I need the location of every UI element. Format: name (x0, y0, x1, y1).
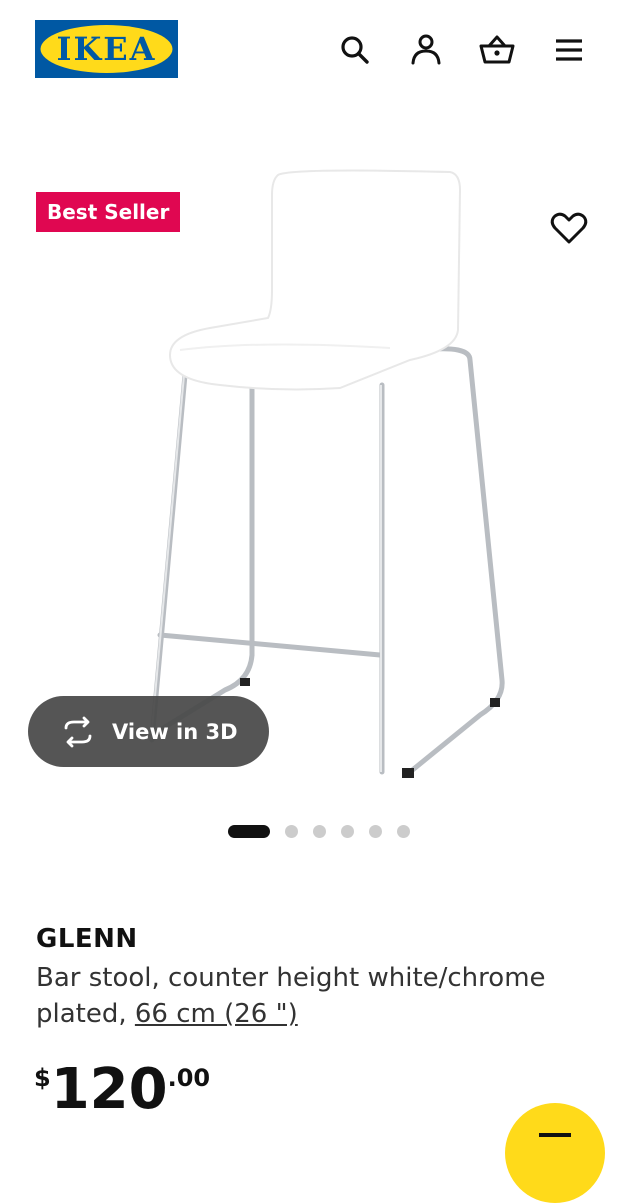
carousel-dot[interactable] (369, 824, 382, 838)
rotate-3d-icon (58, 712, 98, 752)
account-icon[interactable] (406, 30, 446, 70)
carousel-dot[interactable] (341, 824, 354, 838)
product-description: Bar stool, counter height white/chrome p… (36, 960, 596, 1032)
price-integer: 120 (50, 1057, 168, 1122)
ikea-logo-graphic: IKEA (35, 20, 178, 78)
price-currency: $ (34, 1064, 51, 1092)
price-decimal: .00 (167, 1064, 211, 1092)
floating-cart-button[interactable] (505, 1103, 605, 1203)
ikea-logo[interactable]: IKEA (35, 20, 178, 78)
carousel-dot[interactable] (228, 824, 270, 838)
carousel-dot[interactable] (285, 824, 298, 838)
logo-text: IKEA (57, 30, 157, 68)
hamburger-menu-icon[interactable] (548, 30, 588, 70)
shopping-bag-icon[interactable] (477, 30, 517, 70)
product-name: GLENN (36, 924, 138, 954)
carousel-dot[interactable] (313, 824, 326, 838)
view-in-3d-button[interactable]: View in 3D (28, 696, 269, 767)
carousel-dot[interactable] (397, 824, 410, 838)
product-measurement-link[interactable]: 66 cm (26 ") (135, 999, 298, 1029)
view-in-3d-label: View in 3D (112, 719, 238, 744)
search-icon[interactable] (335, 30, 375, 70)
best-seller-badge: Best Seller (36, 192, 181, 232)
fab-icon (539, 1133, 571, 1137)
product-price: $ 120 .00 (34, 1058, 210, 1122)
favorite-heart-icon[interactable] (548, 207, 590, 249)
header: IKEA (0, 0, 640, 100)
carousel-indicator (228, 824, 425, 838)
